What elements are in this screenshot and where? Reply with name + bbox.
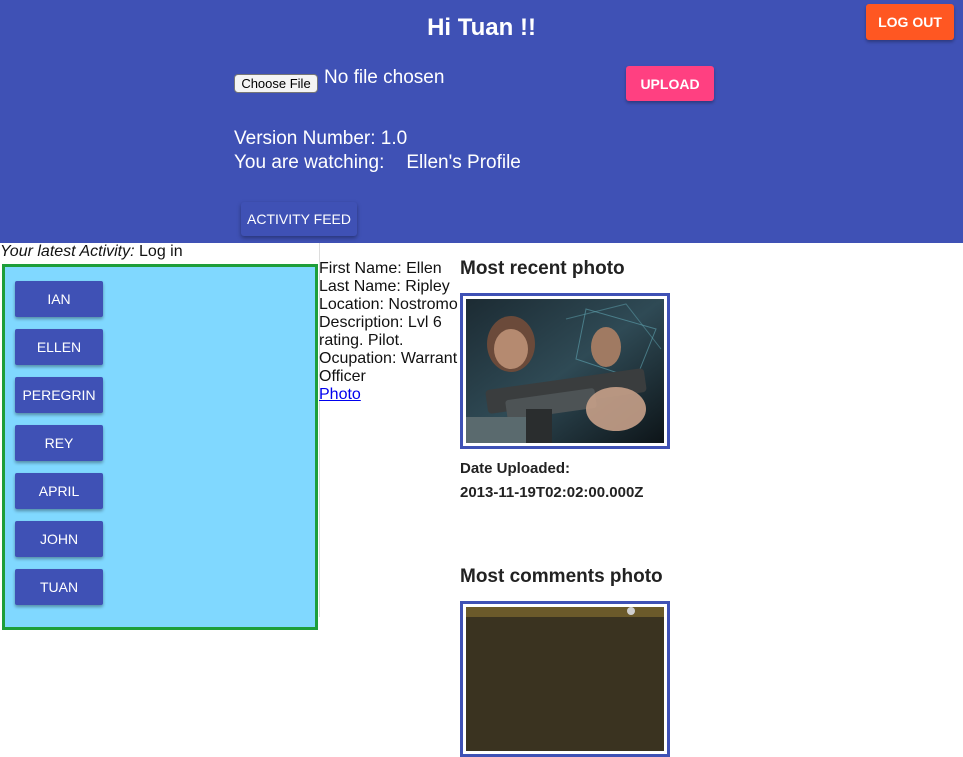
watching-label: You are watching: bbox=[234, 152, 385, 173]
user-button-rey[interactable]: REY bbox=[15, 425, 103, 461]
user-button-april[interactable]: APRIL bbox=[15, 473, 103, 509]
photo-illustration bbox=[466, 607, 664, 751]
greeting-title: Hi Tuan !! bbox=[427, 14, 536, 41]
latest-activity: Your latest Activity: Log in bbox=[0, 243, 183, 261]
user-button-john[interactable]: JOHN bbox=[15, 521, 103, 557]
user-list-panel: IAN ELLEN PEREGRIN REY APRIL JOHN TUAN bbox=[2, 264, 318, 630]
comments-photo-image bbox=[466, 607, 664, 751]
profile-occupation: Ocupation: Warrant Officer bbox=[319, 350, 458, 385]
user-button-ian[interactable]: IAN bbox=[15, 281, 103, 317]
user-button-tuan[interactable]: TUAN bbox=[15, 569, 103, 605]
comments-photo[interactable] bbox=[460, 601, 670, 757]
watching-profile: Ellen's Profile bbox=[406, 152, 521, 173]
profile-photo-link[interactable]: Photo bbox=[319, 386, 361, 403]
logout-button[interactable]: LOG OUT bbox=[866, 4, 954, 40]
version-number: Version Number: 1.0 bbox=[234, 128, 408, 149]
user-button-peregrin[interactable]: PEREGRIN bbox=[15, 377, 103, 413]
latest-activity-value: Log in bbox=[139, 243, 183, 260]
profile-location: Location: Nostromo bbox=[319, 296, 458, 313]
date-uploaded-value: 2013-11-19T02:02:00.000Z bbox=[460, 484, 644, 501]
user-button-ellen[interactable]: ELLEN bbox=[15, 329, 103, 365]
latest-activity-label: Your latest Activity: bbox=[0, 243, 135, 260]
activity-feed-button[interactable]: ACTIVITY FEED bbox=[241, 202, 357, 236]
choose-file-button[interactable]: Choose File bbox=[234, 74, 318, 93]
top-header: Hi Tuan !! LOG OUT Choose File No file c… bbox=[0, 0, 963, 243]
upload-button[interactable]: UPLOAD bbox=[626, 66, 714, 101]
date-uploaded-label: Date Uploaded: bbox=[460, 460, 571, 477]
watching-info: You are watching: Ellen's Profile bbox=[234, 152, 521, 174]
profile-last-name: Last Name: Ripley bbox=[319, 278, 450, 295]
recent-photo-title: Most recent photo bbox=[460, 258, 625, 279]
profile-first-name: First Name: Ellen bbox=[319, 260, 442, 277]
comments-photo-title: Most comments photo bbox=[460, 566, 663, 587]
file-status-text: No file chosen bbox=[324, 67, 445, 88]
profile-details: First Name: Ellen Last Name: Ripley Loca… bbox=[319, 260, 459, 404]
recent-photo[interactable] bbox=[460, 293, 670, 449]
photo-illustration bbox=[466, 299, 664, 443]
recent-photo-image bbox=[466, 299, 664, 443]
profile-description: Description: Lvl 6 rating. Pilot. bbox=[319, 314, 442, 349]
